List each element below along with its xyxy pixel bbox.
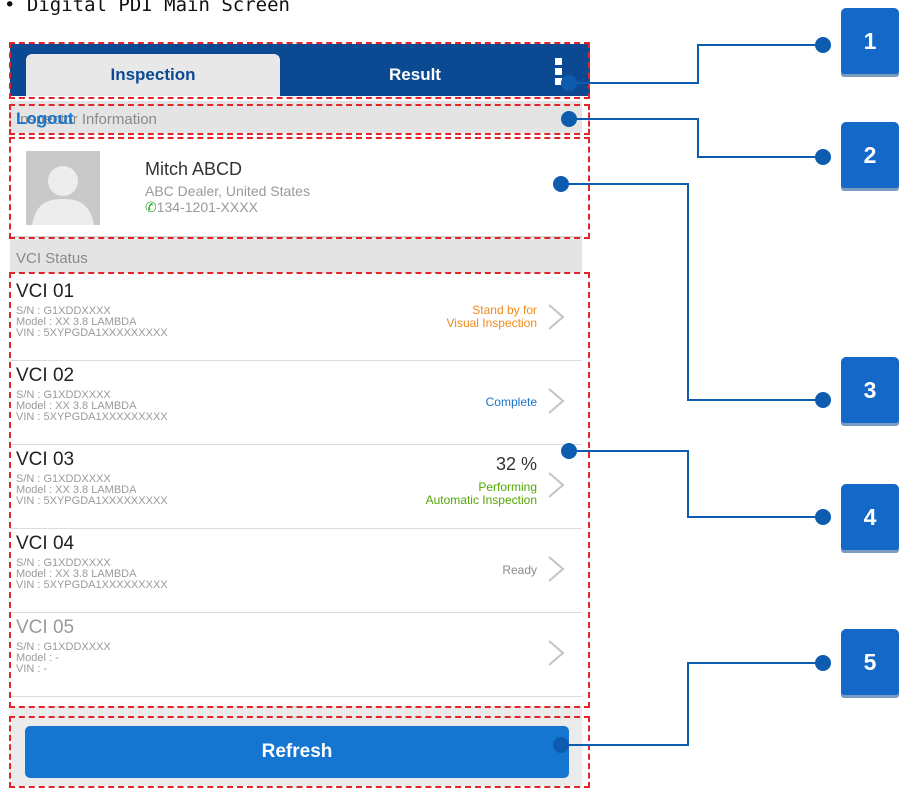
connector-line bbox=[697, 156, 821, 158]
connector-line bbox=[569, 118, 699, 120]
connector-dot bbox=[553, 737, 569, 753]
callout-3: 3 bbox=[841, 357, 899, 423]
connector-line bbox=[687, 516, 821, 518]
connector-dot bbox=[815, 655, 831, 671]
connector-line bbox=[697, 44, 699, 84]
vci-section-title: VCI Status bbox=[16, 250, 88, 267]
connector-dot bbox=[815, 37, 831, 53]
connector-dot bbox=[815, 149, 831, 165]
connector-dot bbox=[561, 111, 577, 127]
connector-line bbox=[687, 183, 689, 401]
vci-section-header: VCI Status bbox=[10, 239, 582, 273]
connector-line bbox=[561, 183, 689, 185]
connector-line bbox=[687, 662, 689, 746]
connector-line bbox=[561, 744, 689, 746]
annotation-frame-inspector-header bbox=[9, 104, 590, 135]
annotation-frame-vci-list bbox=[9, 272, 590, 708]
connector-line bbox=[687, 450, 689, 518]
connector-dot bbox=[815, 509, 831, 525]
connector-dot bbox=[561, 75, 577, 91]
connector-dot bbox=[815, 392, 831, 408]
connector-dot bbox=[561, 443, 577, 459]
callout-1: 1 bbox=[841, 8, 899, 74]
connector-dot bbox=[553, 176, 569, 192]
callout-2: 2 bbox=[841, 122, 899, 188]
connector-line bbox=[687, 662, 821, 664]
connector-line bbox=[697, 118, 699, 158]
document-heading: • Digital PDI Main Screen bbox=[4, 0, 290, 16]
connector-line bbox=[569, 450, 689, 452]
callout-4: 4 bbox=[841, 484, 899, 550]
connector-line bbox=[687, 399, 821, 401]
annotation-frame-inspector-card bbox=[9, 137, 590, 239]
callout-5: 5 bbox=[841, 629, 899, 695]
annotation-frame-refresh bbox=[9, 716, 590, 788]
connector-line bbox=[569, 82, 699, 84]
annotation-frame-tabs bbox=[9, 42, 590, 99]
connector-line bbox=[697, 44, 821, 46]
